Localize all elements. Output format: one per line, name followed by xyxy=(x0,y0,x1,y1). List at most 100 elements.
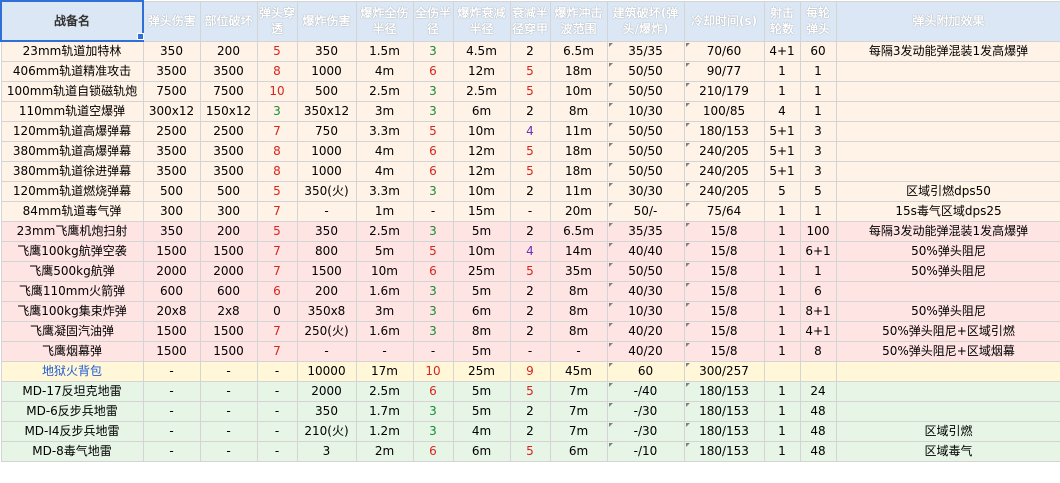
table-cell[interactable]: 50/- xyxy=(606,201,685,222)
table-cell[interactable]: 1 xyxy=(763,61,801,82)
table-cell[interactable]: 3500 xyxy=(199,161,258,182)
selection-fill-handle[interactable] xyxy=(137,33,144,40)
table-cell[interactable]: 10/30 xyxy=(606,101,685,122)
table-cell[interactable]: 200 xyxy=(199,221,258,242)
table-cell[interactable]: 4m xyxy=(355,61,414,82)
table-cell[interactable]: 1000 xyxy=(296,141,357,162)
table-cell[interactable] xyxy=(835,401,1060,422)
table-cell[interactable]: 2 xyxy=(509,40,551,62)
table-cell[interactable]: - xyxy=(355,341,414,362)
table-cell[interactable] xyxy=(835,81,1060,102)
table-cell[interactable]: 15/8 xyxy=(683,261,765,282)
table-cell[interactable]: 90/77 xyxy=(683,61,765,82)
table-cell[interactable]: 500 xyxy=(142,181,201,202)
table-cell[interactable]: 20x8 xyxy=(142,301,201,322)
row-name-cell[interactable]: 飞鹰500kg航弹 xyxy=(0,261,144,282)
table-cell[interactable] xyxy=(835,361,1060,382)
table-cell[interactable]: 10m xyxy=(452,121,511,142)
table-cell[interactable]: - xyxy=(142,401,201,422)
table-cell[interactable]: 7 xyxy=(256,201,298,222)
table-cell[interactable]: 5 xyxy=(763,181,801,202)
table-cell[interactable]: 5 xyxy=(256,221,298,242)
header-cell-full-radius[interactable]: 全伤半径 xyxy=(412,0,454,42)
table-cell[interactable]: 7 xyxy=(256,321,298,342)
table-cell[interactable]: 2500 xyxy=(142,121,201,142)
table-cell[interactable]: 600 xyxy=(199,281,258,302)
table-cell[interactable]: 5m xyxy=(452,281,511,302)
table-cell[interactable]: 4 xyxy=(763,101,801,122)
table-cell[interactable]: 210/179 xyxy=(683,81,765,102)
table-cell[interactable]: 5 xyxy=(256,40,298,62)
row-name-cell[interactable]: 飞鹰110mm火箭弹 xyxy=(0,281,144,302)
table-cell[interactable]: 750 xyxy=(296,121,357,142)
table-cell[interactable]: 2 xyxy=(509,301,551,322)
row-name-cell[interactable]: 飞鹰100kg航弹空袭 xyxy=(0,241,144,262)
row-name-cell[interactable]: 23mm飞鹰机炮扫射 xyxy=(0,221,144,242)
table-cell[interactable]: 300/257 xyxy=(683,361,765,382)
header-cell-building-damage[interactable]: 建筑破坏(弹头/爆炸) xyxy=(606,0,685,42)
table-cell[interactable]: - xyxy=(296,201,357,222)
table-cell[interactable]: - xyxy=(509,341,551,362)
row-name-cell[interactable]: 406mm轨道精准攻击 xyxy=(0,61,144,82)
table-cell[interactable]: 2000 xyxy=(142,261,201,282)
table-cell[interactable]: 5m xyxy=(452,401,511,422)
table-cell[interactable]: 150x12 xyxy=(199,101,258,122)
table-cell[interactable]: 350x12 xyxy=(296,101,357,122)
table-cell[interactable]: 2.5m xyxy=(355,81,414,102)
table-cell[interactable]: 5 xyxy=(509,161,551,182)
table-cell[interactable]: 350(火) xyxy=(296,181,357,202)
header-cell-warheads-per-round[interactable]: 每轮弹头 xyxy=(799,0,837,42)
table-cell[interactable]: 200 xyxy=(199,40,258,62)
table-cell[interactable]: 50%弹头阻尼 xyxy=(835,241,1060,262)
table-cell[interactable]: 每隔3发动能弹混装1发高爆弹 xyxy=(835,221,1060,242)
table-cell[interactable]: 350 xyxy=(142,40,201,62)
table-cell[interactable] xyxy=(835,141,1060,162)
table-cell[interactable]: 3 xyxy=(412,301,454,322)
table-cell[interactable]: 2m xyxy=(355,441,414,462)
header-cell-falloff-radius[interactable]: 爆炸衰减半径 xyxy=(452,0,511,42)
table-cell[interactable]: - xyxy=(256,361,298,382)
table-cell[interactable]: 4.5m xyxy=(452,40,511,62)
table-cell[interactable]: 1 xyxy=(799,201,837,222)
table-cell[interactable]: 200 xyxy=(296,281,357,302)
table-cell[interactable]: 4+1 xyxy=(763,40,801,62)
table-cell[interactable]: 2 xyxy=(509,221,551,242)
table-cell[interactable]: 1500 xyxy=(296,261,357,282)
table-cell[interactable]: 1.2m xyxy=(355,421,414,442)
table-cell[interactable]: 区域引燃 xyxy=(835,421,1060,442)
table-cell[interactable]: 50/50 xyxy=(606,81,685,102)
table-cell[interactable] xyxy=(799,361,837,382)
table-cell[interactable]: 3 xyxy=(412,221,454,242)
table-cell[interactable]: 18m xyxy=(549,141,608,162)
table-cell[interactable]: 100/85 xyxy=(683,101,765,122)
table-cell[interactable]: 210(火) xyxy=(296,421,357,442)
table-cell[interactable]: 1000 xyxy=(296,61,357,82)
table-cell[interactable]: 180/153 xyxy=(683,381,765,402)
table-cell[interactable]: 180/153 xyxy=(683,121,765,142)
table-cell[interactable]: 2 xyxy=(509,421,551,442)
row-name-cell[interactable]: 飞鹰100kg集束炸弹 xyxy=(0,301,144,322)
table-cell[interactable]: 7500 xyxy=(142,81,201,102)
table-cell[interactable]: - xyxy=(256,381,298,402)
table-cell[interactable]: 8 xyxy=(799,341,837,362)
table-cell[interactable]: 1500 xyxy=(142,241,201,262)
table-cell[interactable]: 6 xyxy=(256,281,298,302)
table-cell[interactable]: 1.6m xyxy=(355,321,414,342)
table-cell[interactable]: 5 xyxy=(509,441,551,462)
table-cell[interactable]: - xyxy=(199,441,258,462)
table-cell[interactable]: - xyxy=(199,401,258,422)
table-cell[interactable]: - xyxy=(412,341,454,362)
table-cell[interactable]: 24 xyxy=(799,381,837,402)
table-cell[interactable]: 12m xyxy=(452,61,511,82)
table-cell[interactable]: 48 xyxy=(799,401,837,422)
table-cell[interactable]: - xyxy=(412,201,454,222)
table-cell[interactable]: - xyxy=(509,201,551,222)
table-cell[interactable]: 50/50 xyxy=(606,141,685,162)
table-cell[interactable]: 1 xyxy=(799,101,837,122)
table-cell[interactable]: 12m xyxy=(452,161,511,182)
table-cell[interactable]: 1 xyxy=(763,81,801,102)
table-cell[interactable]: 2 xyxy=(509,401,551,422)
table-cell[interactable]: 240/205 xyxy=(683,181,765,202)
table-cell[interactable]: 15/8 xyxy=(683,321,765,342)
table-cell[interactable]: 1 xyxy=(799,81,837,102)
